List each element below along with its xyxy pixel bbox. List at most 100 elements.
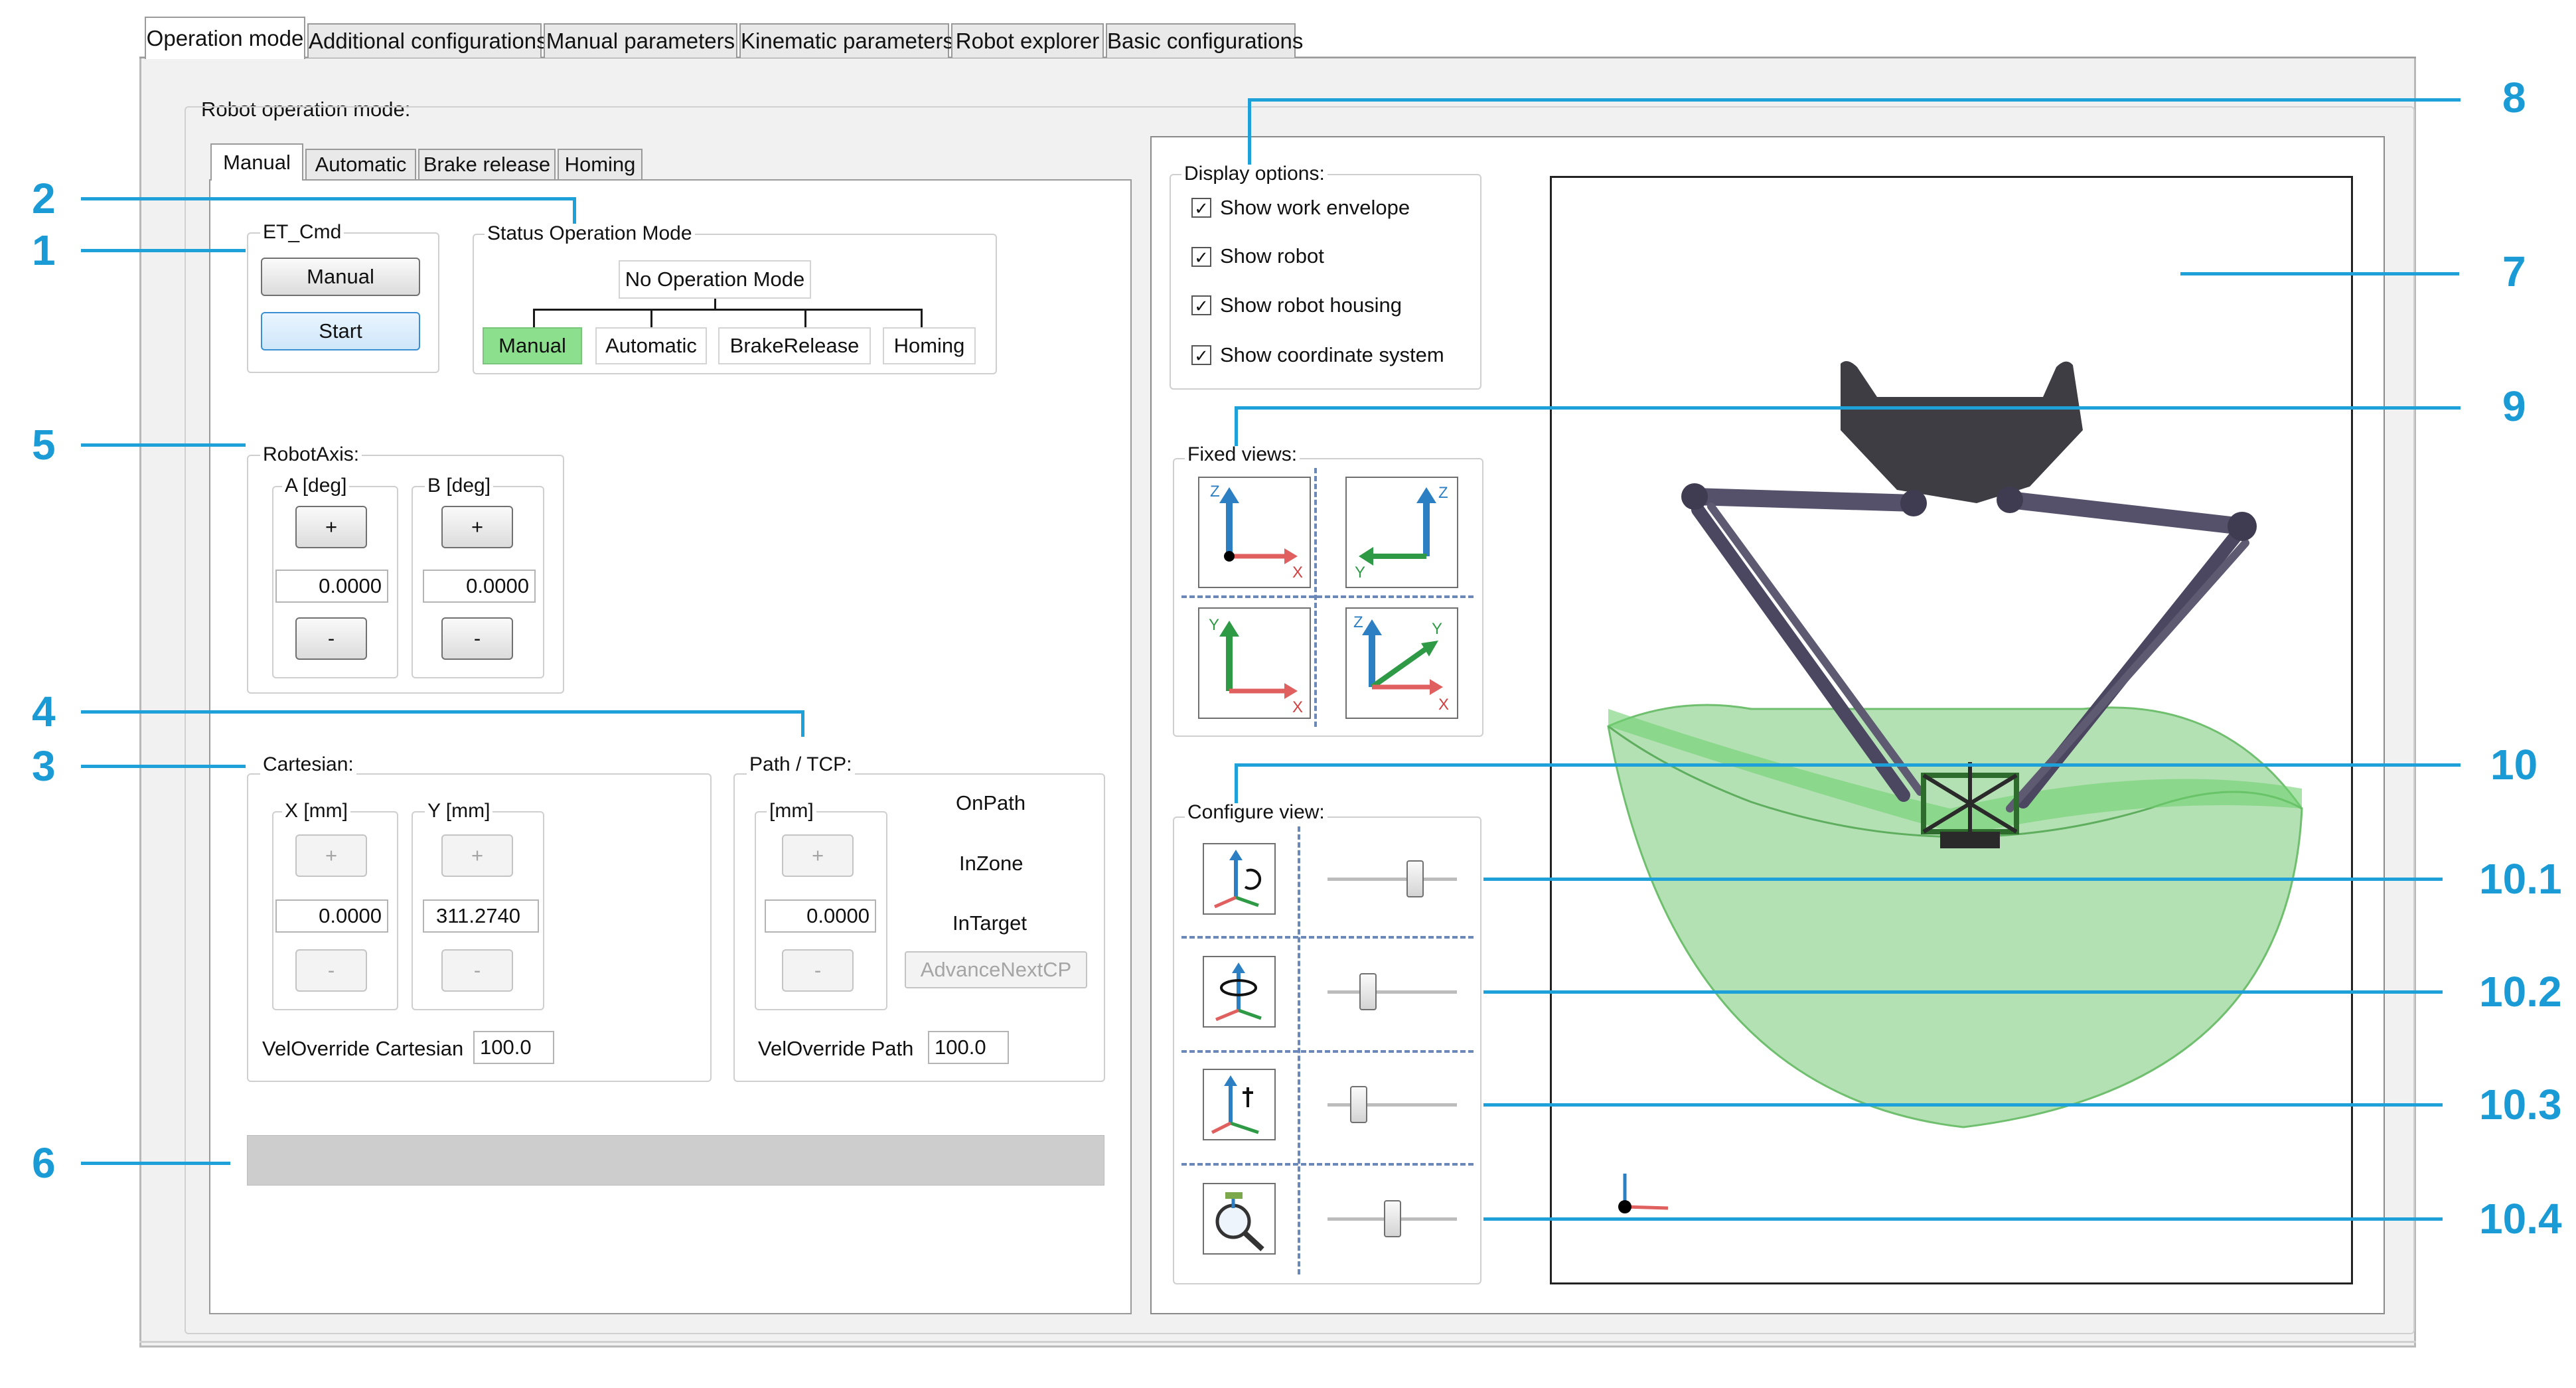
show-robot-housing-label: Show robot housing xyxy=(1220,293,1402,317)
callout-10-4: 10.4 xyxy=(2479,1195,2562,1243)
path-tcp-label: Path / TCP: xyxy=(747,753,855,776)
pan-view-button[interactable] xyxy=(1203,956,1276,1028)
callout-line-10-4 xyxy=(1483,1217,2443,1221)
cartesian-x-minus-button[interactable]: - xyxy=(295,949,367,992)
cartesian-y-label: Y [mm] xyxy=(425,800,493,822)
status-mode-manual: Manual xyxy=(483,327,582,364)
et-cmd-group xyxy=(247,232,439,373)
show-robot-housing-checkbox[interactable]: ✓ xyxy=(1191,295,1211,315)
mode-tab-homing[interactable]: Homing xyxy=(558,149,643,179)
fixed-views-label: Fixed views: xyxy=(1185,443,1300,466)
mode-tab-manual[interactable]: Manual xyxy=(210,143,303,181)
axes-3d-icon: Z Y X xyxy=(1353,613,1449,714)
translate-view-button[interactable] xyxy=(1203,1069,1276,1140)
cartesian-y-plus-button[interactable]: + xyxy=(441,834,513,877)
tab-kinematic-parameters[interactable]: Kinematic parameters xyxy=(739,23,954,58)
callout-line-1 xyxy=(81,249,246,252)
mode-tab-automatic[interactable]: Automatic xyxy=(305,149,416,179)
show-work-envelope-checkbox[interactable]: ✓ xyxy=(1191,198,1211,218)
view-yx-button[interactable]: Y X xyxy=(1198,607,1311,719)
pan-slider-track xyxy=(1327,990,1457,994)
axis-b-value[interactable]: 0.0000 xyxy=(423,570,536,603)
view-zy-button[interactable]: Z Y xyxy=(1345,477,1458,588)
callout-1: 1 xyxy=(32,226,56,274)
3d-viewport[interactable] xyxy=(1550,176,2353,1284)
robot-axis-label: RobotAxis: xyxy=(260,443,362,466)
rotate-slider-thumb[interactable] xyxy=(1406,860,1424,897)
rotate-view-button[interactable] xyxy=(1203,843,1276,915)
callout-line-2-drop xyxy=(573,197,576,224)
view-zyx-button[interactable]: Z Y X xyxy=(1345,607,1458,719)
cartesian-y-value[interactable]: 311.2740 xyxy=(423,899,539,933)
path-intarget-label: InTarget xyxy=(952,911,1027,935)
pan-axes-icon xyxy=(1215,963,1262,1022)
show-coordinate-system-checkbox[interactable]: ✓ xyxy=(1191,345,1211,365)
status-current-mode: No Operation Mode xyxy=(619,260,811,299)
callout-4: 4 xyxy=(32,688,56,735)
axis-a-plus-button[interactable]: + xyxy=(295,506,367,548)
callout-line-9-drop xyxy=(1235,406,1238,446)
tab-robot-explorer[interactable]: Robot explorer xyxy=(951,23,1104,58)
axis-a-minus-button[interactable]: - xyxy=(295,617,367,660)
cartesian-x-plus-button[interactable]: + xyxy=(295,834,367,877)
view-zx-button[interactable]: Z X xyxy=(1198,477,1311,588)
callout-line-10-2 xyxy=(1483,990,2443,994)
tab-basic-configurations[interactable]: Basic configurations xyxy=(1106,23,1303,58)
window-bottom-edge xyxy=(139,1341,2416,1343)
tab-additional-configurations[interactable]: Additional configurations xyxy=(307,23,548,58)
tab-operation-mode[interactable]: Operation mode xyxy=(145,17,305,59)
path-vel-input[interactable]: 100.0 xyxy=(928,1031,1009,1064)
callout-6: 6 xyxy=(32,1139,56,1187)
path-plus-button[interactable]: + xyxy=(782,834,854,877)
axes-yx-icon: Y X xyxy=(1209,616,1303,716)
fixed-views-divider xyxy=(1181,595,1474,598)
zoom-slider-thumb[interactable] xyxy=(1384,1200,1401,1237)
delta-robot-illustration xyxy=(1607,361,2303,1213)
path-minus-button[interactable]: - xyxy=(782,949,854,992)
callout-9: 9 xyxy=(2502,382,2526,430)
translate-slider-track xyxy=(1327,1103,1457,1107)
cartesian-label: Cartesian: xyxy=(260,753,356,776)
cartesian-y-minus-button[interactable]: - xyxy=(441,949,513,992)
axes-zx-icon: Z X xyxy=(1210,483,1303,581)
path-mm-value[interactable]: 0.0000 xyxy=(765,899,876,933)
zoom-view-button[interactable] xyxy=(1203,1183,1276,1255)
mode-tab-brake-release[interactable]: Brake release xyxy=(418,149,556,179)
callout-line-6 xyxy=(81,1162,230,1165)
show-coordinate-system-label: Show coordinate system xyxy=(1220,343,1444,366)
zoom-magnifier-icon xyxy=(1215,1192,1264,1251)
axis-b-plus-button[interactable]: + xyxy=(441,506,513,548)
callout-10-2: 10.2 xyxy=(2479,968,2562,1016)
translate-slider-thumb[interactable] xyxy=(1350,1086,1367,1123)
cartesian-x-value[interactable]: 0.0000 xyxy=(275,899,388,933)
configure-view-divider xyxy=(1181,936,1474,939)
axis-a-value[interactable]: 0.0000 xyxy=(275,570,388,603)
configure-view-divider xyxy=(1181,1050,1474,1053)
tab-manual-parameters[interactable]: Manual parameters xyxy=(544,23,737,58)
callout-line-5 xyxy=(81,443,246,447)
callout-3: 3 xyxy=(32,742,56,790)
path-vel-label: VelOverride Path xyxy=(758,1037,914,1060)
callout-line-8 xyxy=(1249,98,2461,102)
callout-5: 5 xyxy=(32,421,56,469)
et-cmd-label: ET_Cmd xyxy=(260,221,344,244)
rotate-slider-track xyxy=(1327,878,1457,881)
axis-b-minus-button[interactable]: - xyxy=(441,617,513,660)
path-mm-label: [mm] xyxy=(767,800,816,822)
et-cmd-manual-button[interactable]: Manual xyxy=(261,258,420,296)
callout-line-4 xyxy=(81,710,804,714)
pan-slider-thumb[interactable] xyxy=(1359,973,1377,1010)
status-mode-automatic: Automatic xyxy=(595,327,707,364)
advance-next-cp-button[interactable]: AdvanceNextCP xyxy=(905,951,1087,988)
show-work-envelope-label: Show work envelope xyxy=(1220,196,1410,219)
cartesian-vel-input[interactable]: 100.0 xyxy=(473,1031,554,1064)
show-robot-checkbox[interactable]: ✓ xyxy=(1191,247,1211,267)
configure-view-label: Configure view: xyxy=(1185,801,1327,824)
path-onpath-label: OnPath xyxy=(956,791,1026,814)
callout-line-2 xyxy=(81,197,575,200)
configure-view-divider xyxy=(1181,1163,1474,1166)
et-cmd-start-button[interactable]: Start xyxy=(261,312,420,350)
callout-line-7 xyxy=(2180,272,2459,275)
axis-y-label: Y xyxy=(1432,620,1442,638)
callout-line-9 xyxy=(1236,406,2461,410)
